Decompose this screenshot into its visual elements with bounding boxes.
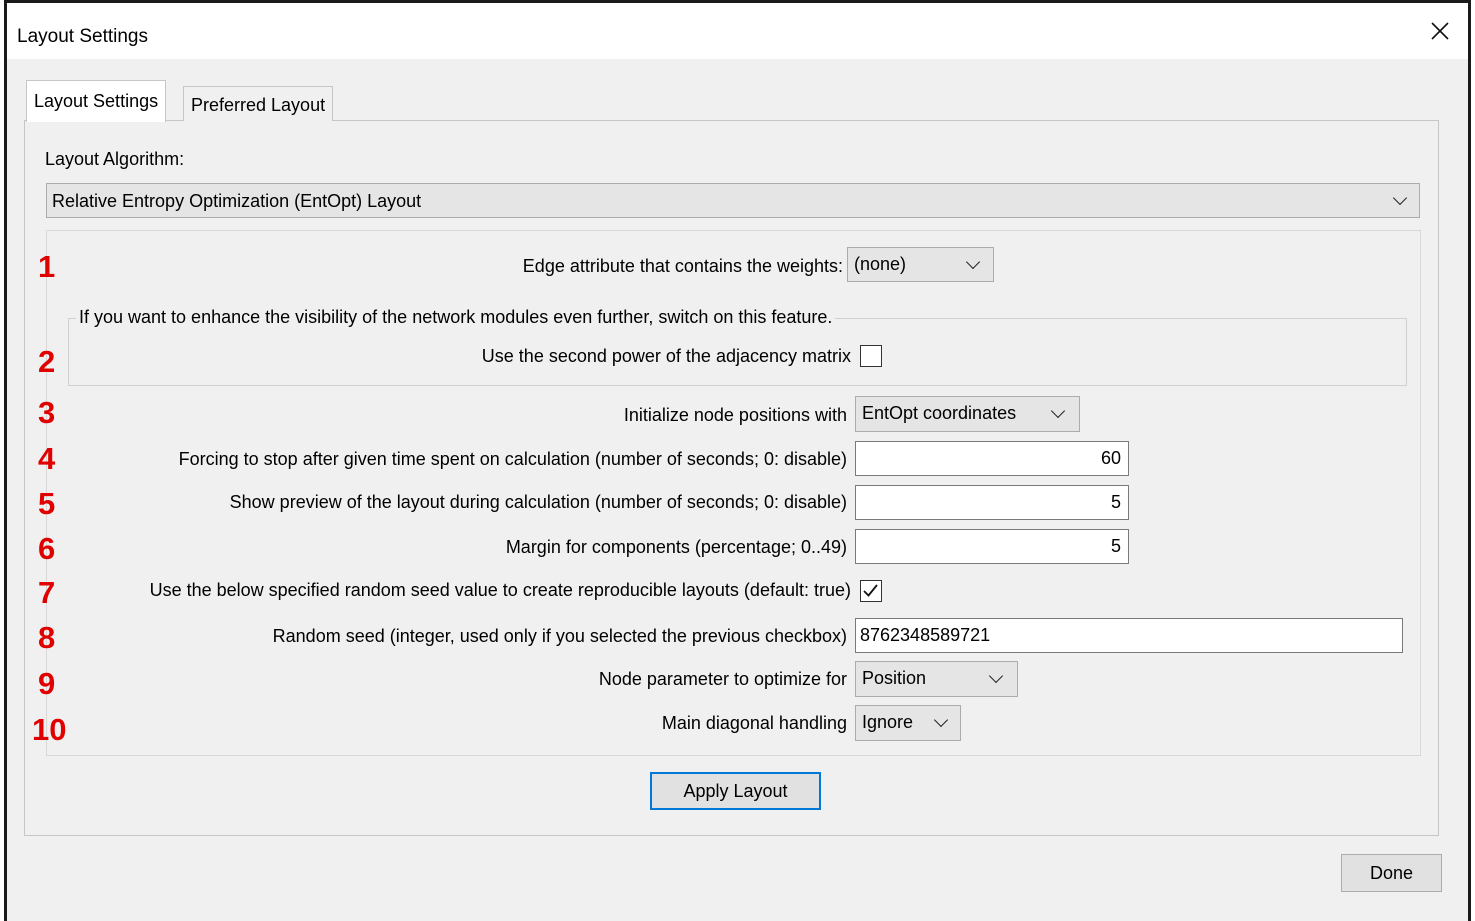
random-seed-value: 8762348589721 <box>860 625 991 645</box>
preview-value: 5 <box>1110 492 1121 512</box>
use-seed-label: Use the below specified random seed valu… <box>149 580 851 600</box>
annotation-number-2: 2 <box>38 344 56 379</box>
node-param-value: Position <box>862 668 927 688</box>
tab-layout-settings[interactable]: Layout Settings <box>26 80 167 122</box>
init-positions-label: Initialize node positions with <box>623 405 847 425</box>
preview-label: Show preview of the layout during calcul… <box>229 492 847 512</box>
done-button[interactable]: Done <box>1341 854 1442 892</box>
annotation-number-5: 5 <box>38 486 56 521</box>
node-param-label: Node parameter to optimize for <box>598 669 847 689</box>
margin-label: Margin for components (percentage; 0..49… <box>505 537 847 557</box>
annotation-number-1: 1 <box>38 249 56 284</box>
annotation-number-9: 9 <box>38 666 56 701</box>
edge-weights-value: (none) <box>854 254 907 274</box>
stop-time-input[interactable]: 60 <box>855 441 1129 476</box>
second-power-label: Use the second power of the adjacency ma… <box>481 346 851 366</box>
main-diagonal-label: Main diagonal handling <box>661 713 847 733</box>
checkmark-icon <box>863 584 878 597</box>
chevron-down-icon <box>1392 190 1408 206</box>
layout-algorithm-select[interactable]: Relative Entropy Optimization (EntOpt) L… <box>46 183 1420 218</box>
layout-algorithm-label: Layout Algorithm: <box>45 149 185 169</box>
chevron-down-icon <box>1050 403 1066 419</box>
main-diagonal-value: Ignore <box>862 712 914 732</box>
annotation-number-7: 7 <box>38 575 56 610</box>
chevron-down-icon <box>988 668 1004 684</box>
close-icon <box>1431 22 1449 40</box>
close-button[interactable] <box>1412 3 1468 59</box>
use-seed-checkbox[interactable] <box>860 580 882 602</box>
annotation-number-4: 4 <box>38 441 56 476</box>
annotation-number-8: 8 <box>38 620 56 655</box>
chevron-down-icon <box>965 254 981 270</box>
random-seed-input[interactable]: 8762348589721 <box>855 618 1403 653</box>
main-diagonal-select[interactable]: Ignore <box>855 705 961 741</box>
tab-preferred-layout[interactable]: Preferred Layout <box>183 86 334 121</box>
layout-algorithm-value: Relative Entropy Optimization (EntOpt) L… <box>52 191 422 211</box>
chevron-down-icon <box>933 712 949 728</box>
annotation-number-6: 6 <box>38 531 56 566</box>
stop-time-value: 60 <box>1100 448 1121 468</box>
preview-input[interactable]: 5 <box>855 485 1129 520</box>
init-positions-value: EntOpt coordinates <box>862 403 1017 423</box>
edge-weights-select[interactable]: (none) <box>847 247 994 282</box>
margin-input[interactable]: 5 <box>855 529 1129 564</box>
annotation-number-3: 3 <box>38 395 56 430</box>
random-seed-label: Random seed (integer, used only if you s… <box>272 626 847 646</box>
init-positions-select[interactable]: EntOpt coordinates <box>855 396 1080 432</box>
node-param-select[interactable]: Position <box>855 661 1018 697</box>
edge-weights-label: Edge attribute that contains the weights… <box>522 256 843 276</box>
second-power-checkbox[interactable] <box>860 345 882 367</box>
margin-value: 5 <box>1110 536 1121 556</box>
stop-time-label: Forcing to stop after given time spent o… <box>178 449 847 469</box>
module-visibility-group-title: If you want to enhance the visibility of… <box>76 307 836 328</box>
window-title: Layout Settings <box>17 26 148 47</box>
apply-layout-button[interactable]: Apply Layout <box>650 772 821 810</box>
title-bar: Layout Settings <box>7 3 1468 59</box>
annotation-number-10: 10 <box>32 712 67 747</box>
